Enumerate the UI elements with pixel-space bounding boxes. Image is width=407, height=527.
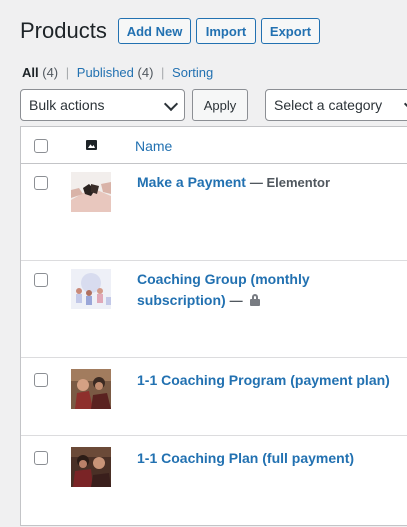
name-column-header[interactable]: Name xyxy=(135,138,172,154)
product-name-cell: 1-1 Coaching Plan (full payment) xyxy=(137,448,407,469)
product-state: — Elementor xyxy=(249,175,331,190)
bulk-actions-value: Bulk actions xyxy=(29,97,105,113)
table-row: 1-1 Coaching Plan (full payment) xyxy=(21,436,407,527)
product-thumbnail[interactable] xyxy=(71,269,111,309)
handshake-photo xyxy=(71,172,111,212)
product-name-link[interactable]: 1-1 Coaching Program (payment plan) xyxy=(137,372,390,388)
import-button[interactable]: Import xyxy=(196,18,256,44)
page-title: Products xyxy=(20,18,107,43)
view-published-link[interactable]: Published xyxy=(77,65,134,80)
product-thumbnail[interactable] xyxy=(71,447,111,487)
add-new-button[interactable]: Add New xyxy=(118,18,191,44)
product-thumbnail[interactable] xyxy=(71,172,111,212)
view-all-link[interactable]: All xyxy=(22,65,39,80)
category-select[interactable]: Select a category xyxy=(265,89,407,121)
product-thumbnail[interactable] xyxy=(71,369,111,409)
table-row: Coaching Group (monthly subscription) — xyxy=(21,261,407,358)
product-state: — xyxy=(229,293,243,308)
table-header: Name xyxy=(21,127,407,164)
product-name-link[interactable]: Coaching Group (monthly subscription) xyxy=(137,271,310,308)
export-button[interactable]: Export xyxy=(261,18,320,44)
products-table: Name Make a Payment — Elementor Coaching… xyxy=(20,126,407,526)
category-value: Select a category xyxy=(274,97,383,113)
image-icon xyxy=(86,140,97,150)
bulk-actions-select[interactable]: Bulk actions xyxy=(20,89,185,121)
chevron-down-icon xyxy=(163,96,179,112)
product-name-cell: Coaching Group (monthly subscription) — xyxy=(137,269,377,311)
product-name-cell: 1-1 Coaching Program (payment plan) xyxy=(137,370,407,391)
select-all-checkbox[interactable] xyxy=(34,139,48,153)
lock-icon xyxy=(250,294,261,306)
product-name-link[interactable]: 1-1 Coaching Plan (full payment) xyxy=(137,450,354,466)
product-name-link[interactable]: Make a Payment xyxy=(137,174,246,190)
apply-button[interactable]: Apply xyxy=(192,89,248,121)
coaching-photo-2 xyxy=(71,447,111,487)
row-checkbox[interactable] xyxy=(34,176,48,190)
view-sorting-link[interactable]: Sorting xyxy=(172,65,213,80)
row-checkbox[interactable] xyxy=(34,451,48,465)
coaching-photo xyxy=(71,369,111,409)
view-published-count: (4) xyxy=(137,65,154,80)
row-checkbox[interactable] xyxy=(34,373,48,387)
table-row: 1-1 Coaching Program (payment plan) xyxy=(21,358,407,436)
row-checkbox[interactable] xyxy=(34,273,48,287)
view-filters: All (4) | Published (4) | Sorting xyxy=(22,65,213,80)
table-row: Make a Payment — Elementor xyxy=(21,164,407,261)
view-all-count: (4) xyxy=(42,65,59,80)
view-separator: | xyxy=(65,65,70,80)
group-photo xyxy=(71,269,111,309)
product-name-cell: Make a Payment — Elementor xyxy=(137,172,407,193)
view-separator: | xyxy=(161,65,165,80)
